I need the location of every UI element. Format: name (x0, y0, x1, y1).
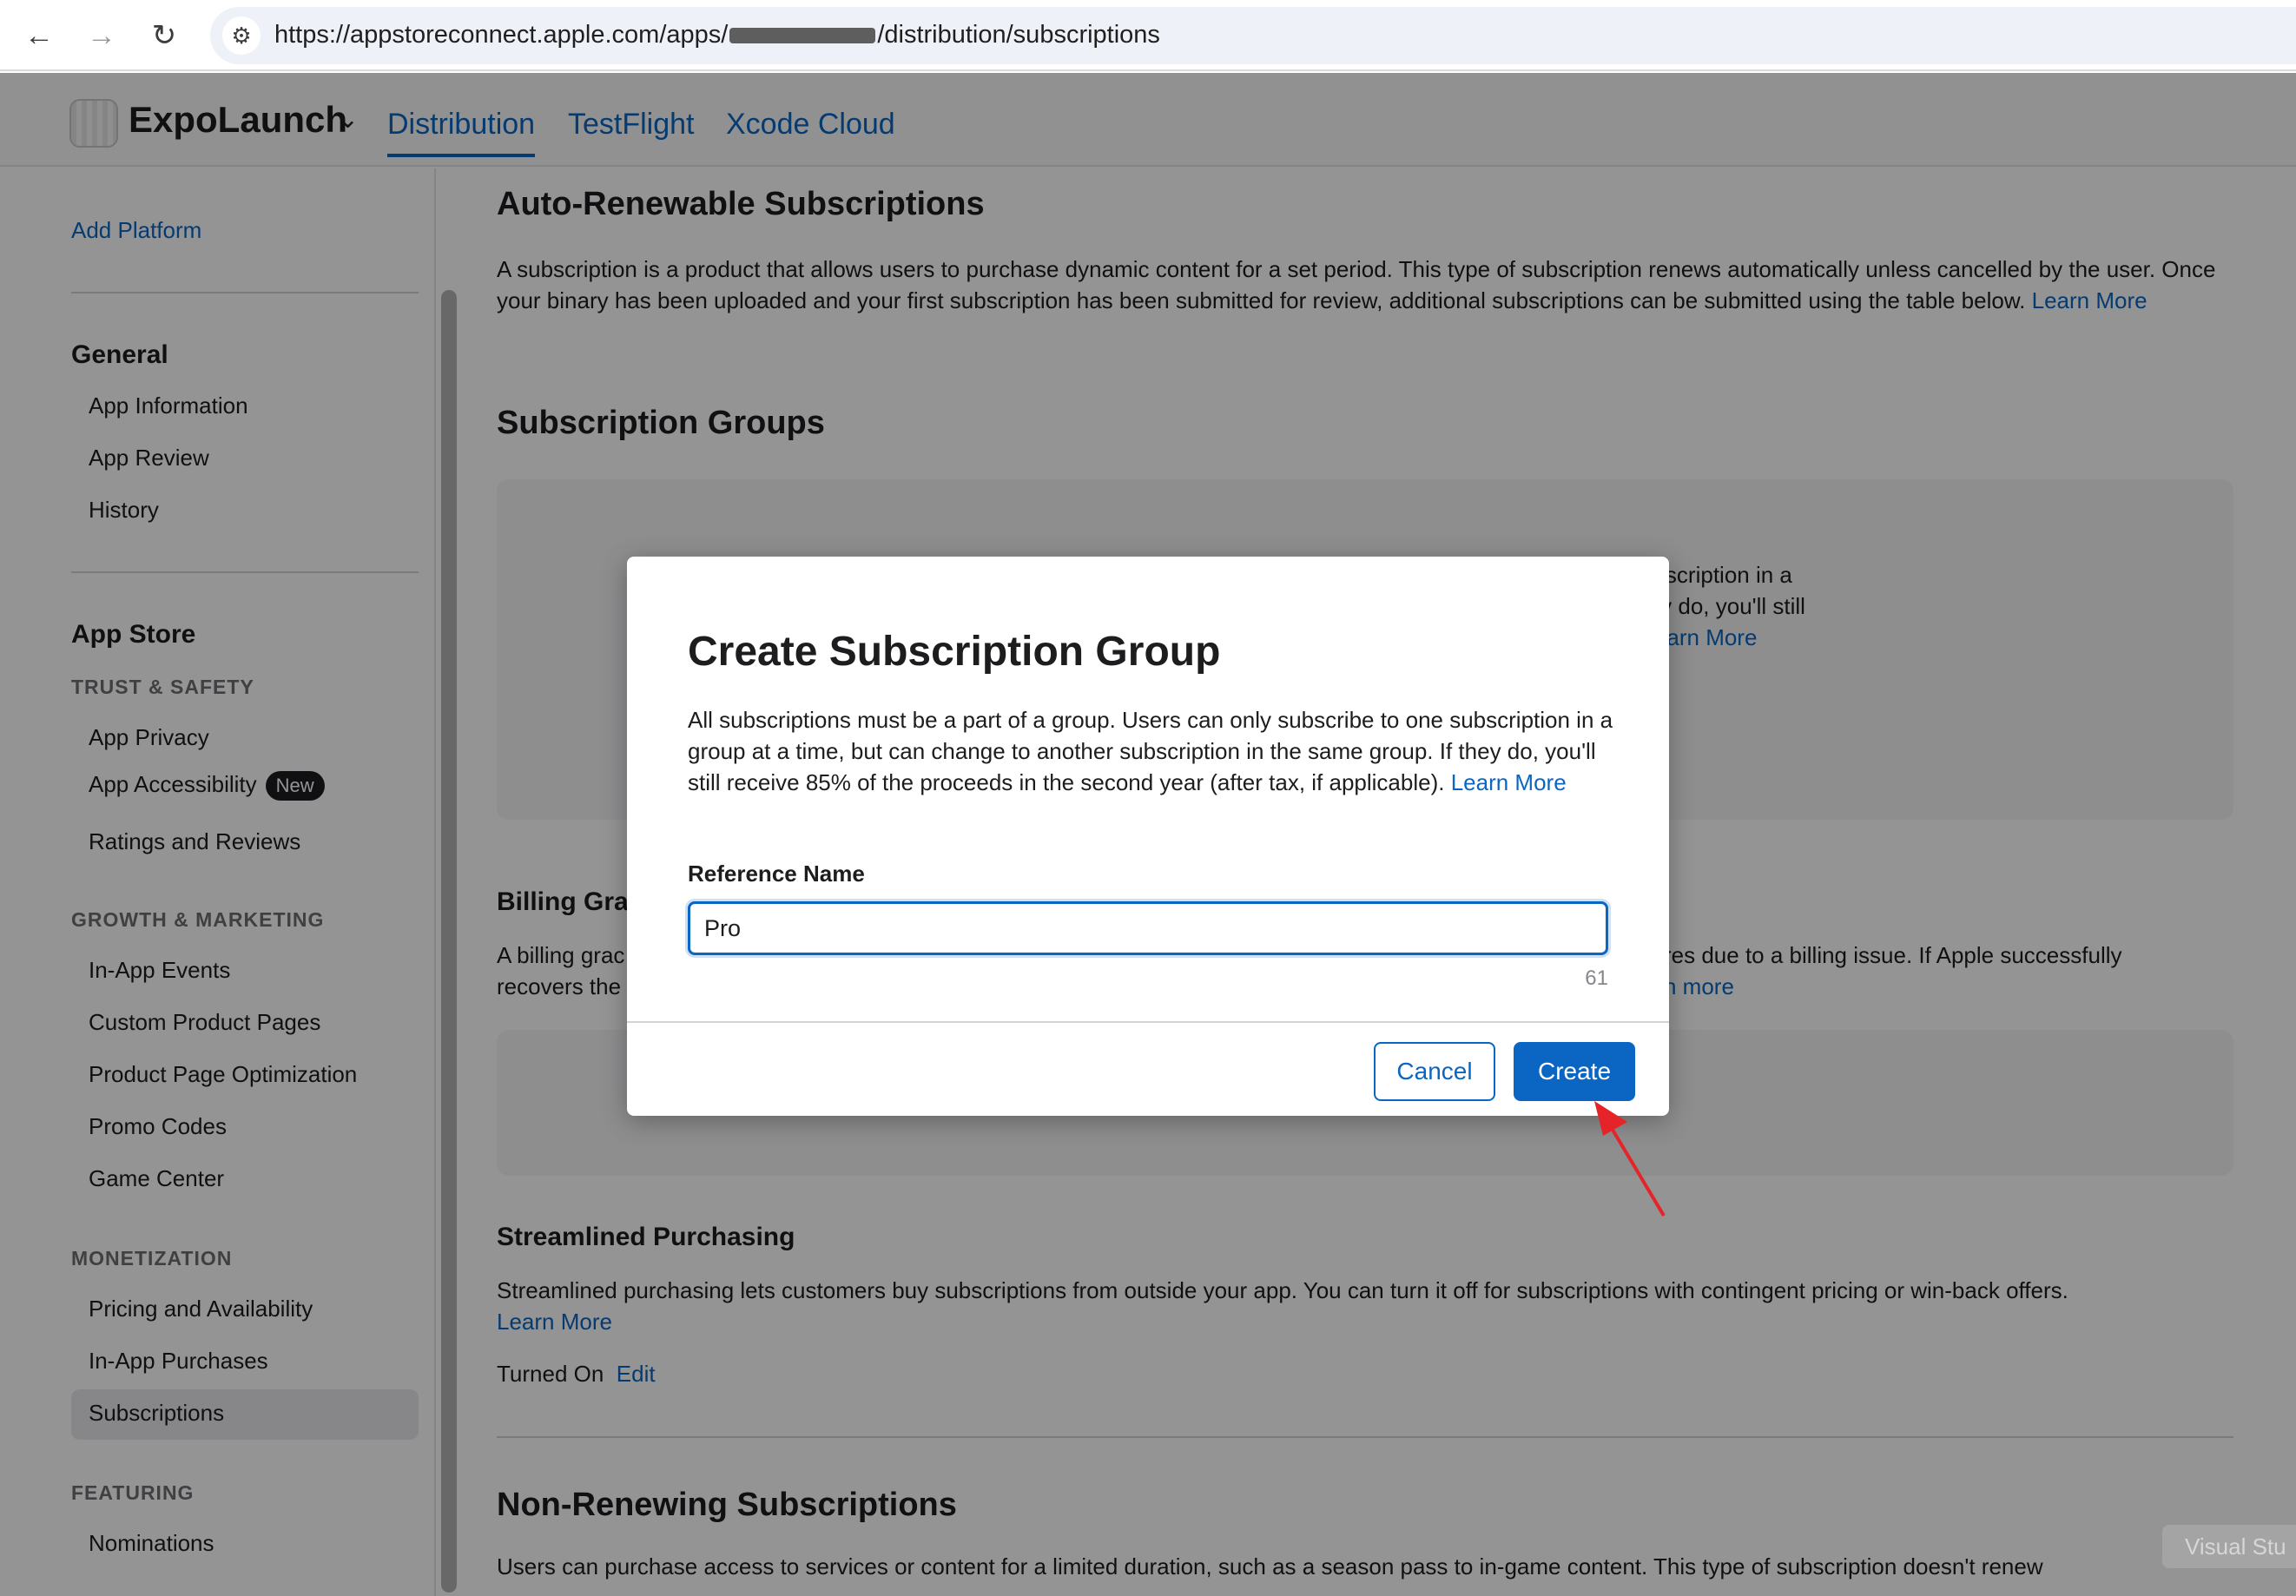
reference-name-input[interactable] (688, 901, 1608, 955)
browser-toolbar: ← → ↻ ⚙ https://appstoreconnect.apple.co… (0, 0, 2296, 71)
annotation-arrow-icon (1594, 1101, 1666, 1217)
site-settings-icon[interactable]: ⚙ (222, 16, 261, 55)
create-subscription-group-dialog: Create Subscription Group All subscripti… (627, 557, 1669, 1116)
dialog-title: Create Subscription Group (688, 629, 1221, 675)
forward-icon[interactable]: → (82, 16, 122, 56)
cancel-button[interactable]: Cancel (1374, 1042, 1495, 1101)
reload-icon[interactable]: ↻ (144, 16, 184, 56)
back-icon[interactable]: ← (19, 16, 59, 56)
visual-studio-chip[interactable]: Visual Stu (2162, 1525, 2296, 1568)
character-counter: 61 (1585, 966, 1608, 990)
redacted-app-id (729, 28, 876, 44)
dialog-description: All subscriptions must be a part of a gr… (688, 707, 1613, 795)
learn-more-link[interactable]: Learn More (1451, 769, 1567, 795)
create-button[interactable]: Create (1514, 1042, 1635, 1101)
address-bar[interactable]: ⚙ https://appstoreconnect.apple.com/apps… (210, 7, 2296, 64)
divider (627, 1021, 1669, 1023)
reference-name-label: Reference Name (688, 861, 865, 887)
url-text[interactable]: https://appstoreconnect.apple.com/apps//… (274, 21, 1160, 49)
